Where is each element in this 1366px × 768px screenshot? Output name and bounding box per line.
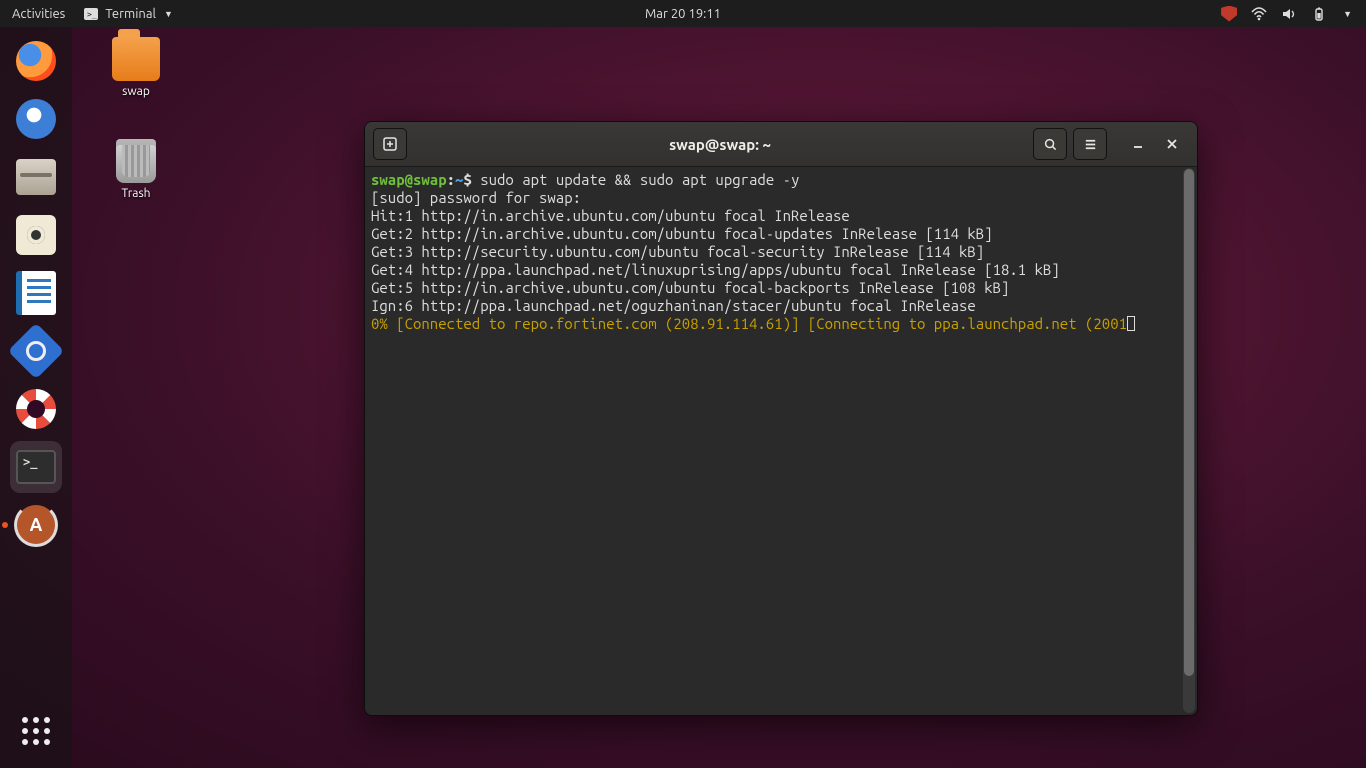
dock-firefox[interactable]: [10, 35, 62, 87]
dock-files[interactable]: [10, 151, 62, 203]
system-menu-chevron-icon[interactable]: ▼: [1343, 9, 1352, 19]
firefox-icon: [16, 41, 56, 81]
clock[interactable]: Mar 20 19:11: [645, 7, 721, 21]
network-icon[interactable]: [1251, 6, 1267, 22]
activities-button[interactable]: Activities: [12, 7, 65, 21]
battery-icon[interactable]: [1311, 6, 1327, 22]
active-app-menu[interactable]: >_ Terminal ▼: [83, 6, 173, 22]
hamburger-menu-button[interactable]: [1073, 128, 1107, 160]
security-shield-icon[interactable]: [1221, 6, 1237, 22]
minimize-button[interactable]: [1121, 129, 1155, 159]
search-button[interactable]: [1033, 128, 1067, 160]
new-tab-button[interactable]: [373, 128, 407, 160]
dock-libreoffice-writer[interactable]: [10, 267, 62, 319]
trash-icon: [116, 139, 156, 183]
terminal-icon: [16, 450, 56, 484]
dock-thunderbird[interactable]: [10, 93, 62, 145]
window-title: swap@swap: ~: [407, 136, 1033, 153]
svg-text:>_: >_: [87, 10, 97, 19]
dock-settings-diamond[interactable]: [10, 325, 62, 377]
terminal-scrollbar[interactable]: [1183, 168, 1195, 713]
apps-grid-icon: [22, 717, 50, 745]
running-indicator-dot: [2, 522, 8, 528]
volume-icon[interactable]: [1281, 6, 1297, 22]
desktop-icon-label: swap: [122, 85, 150, 98]
desktop[interactable]: swap Trash swap@swap: ~: [72, 27, 1366, 768]
dock-software-updater[interactable]: [10, 499, 62, 551]
terminal-viewport[interactable]: swap@swap:~$ sudo apt update && sudo apt…: [365, 167, 1197, 715]
terminal-window: swap@swap: ~ swap@swap:~$ sudo apt updat…: [364, 121, 1198, 716]
show-applications-button[interactable]: [10, 716, 62, 768]
thunderbird-icon: [16, 99, 56, 139]
files-icon: [16, 159, 56, 195]
desktop-icon-swap[interactable]: swap: [96, 37, 176, 98]
scrollbar-thumb[interactable]: [1184, 169, 1194, 676]
libreoffice-writer-icon: [16, 271, 56, 315]
window-headerbar: swap@swap: ~: [365, 122, 1197, 167]
settings-icon: [8, 323, 65, 380]
desktop-icon-label: Trash: [121, 187, 150, 200]
close-button[interactable]: [1155, 129, 1189, 159]
help-icon: [16, 389, 56, 429]
launcher-dock: [0, 27, 72, 768]
software-updater-icon: [16, 505, 56, 545]
active-app-label: Terminal: [105, 7, 156, 21]
folder-icon: [112, 37, 160, 81]
dock-help[interactable]: [10, 383, 62, 435]
top-bar: Activities >_ Terminal ▼ Mar 20 19:11 ▼: [0, 0, 1366, 27]
rhythmbox-icon: [16, 215, 56, 255]
terminal-small-icon: >_: [83, 6, 99, 22]
desktop-icon-trash[interactable]: Trash: [96, 139, 176, 200]
chevron-down-icon: ▼: [164, 9, 173, 19]
dock-terminal[interactable]: [10, 441, 62, 493]
dock-rhythmbox[interactable]: [10, 209, 62, 261]
